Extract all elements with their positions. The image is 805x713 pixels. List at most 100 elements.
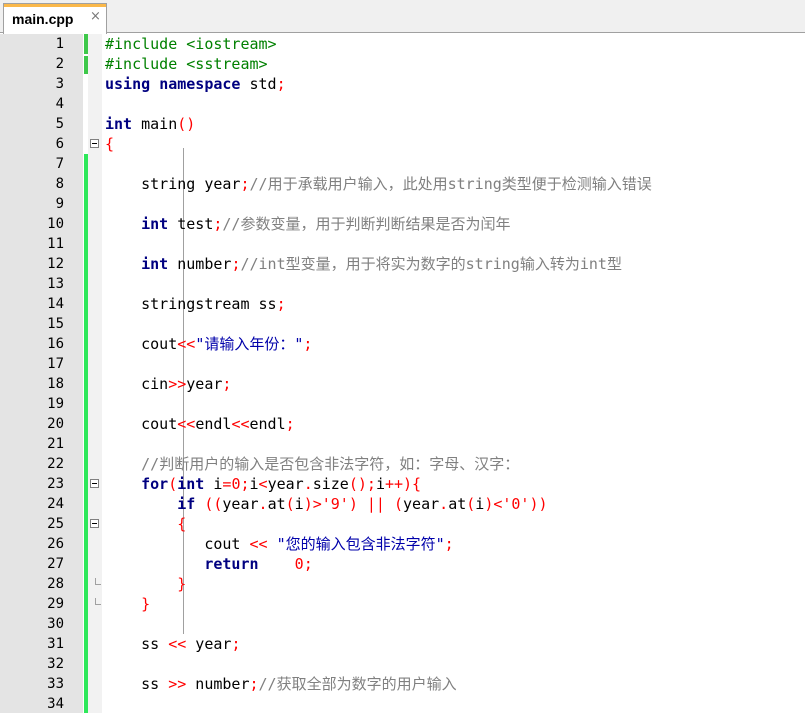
code-line[interactable]: 6{ [0,134,805,154]
code-token: . [258,495,268,513]
code-text: } [105,595,150,613]
code-text: } [105,575,186,593]
tab-label: main.cpp [12,11,74,27]
code-token: cout [105,535,250,553]
code-line[interactable]: 13 [0,274,805,294]
code-token: (( [204,495,223,513]
code-line[interactable]: 19 [0,394,805,414]
code-line[interactable]: 14 stringstream ss; [0,294,805,314]
close-tab-icon[interactable]: × [90,9,101,24]
code-line[interactable]: 33 ss >> number;//获取全部为数字的用户输入 [0,674,805,694]
code-line[interactable]: 32 [0,654,805,674]
fold-toggle-icon[interactable] [90,479,99,488]
code-line[interactable]: 4 [0,94,805,114]
line-number: 26 [47,536,64,552]
code-line[interactable]: 5 int main() [0,114,805,134]
line-number: 20 [47,416,64,432]
code-line[interactable]: 25 { [0,514,805,534]
code-token: cout [105,335,178,353]
code-token: main [132,115,178,133]
code-text: cout << "您的输入包含非法字符"; [105,535,453,553]
code-line[interactable]: 7 [0,154,805,174]
code-line[interactable]: 11 [0,234,805,254]
code-line[interactable]: 20 cout<<endl<<endl; [0,414,805,434]
code-line[interactable]: 9 [0,194,805,214]
code-token: || [366,495,385,513]
line-number: 18 [47,376,64,392]
code-text: int test;//参数变量，用于判断判断结果是否为闰年 [105,215,510,233]
line-number: 7 [55,156,64,172]
line-number: 27 [47,556,64,572]
code-line[interactable]: 26 cout << "您的输入包含非法字符"; [0,534,805,554]
code-text: //判断用户的输入是否包含非法字符，如：字母、汉字： [105,455,519,473]
code-token: . [303,475,313,493]
code-line[interactable]: 8 string year;//用于承载用户输入，此处用string类型便于检测… [0,174,805,194]
code-token: //用于承载用户输入，此处用string类型便于检测输入错误 [249,175,652,193]
code-text: cin>>year; [105,375,231,393]
code-text: if ((year.at(i)>'9') || (year.at(i)<'0')… [105,495,547,513]
line-number: 31 [47,636,64,652]
code-line[interactable]: 17 [0,354,805,374]
code-line[interactable]: 31 ss << year; [0,634,805,654]
fold-toggle-icon[interactable] [90,139,99,148]
code-line[interactable]: 1 #include <iostream> [0,34,805,54]
code-token: << [177,335,196,353]
code-token: using [105,75,151,93]
code-token: << [168,635,187,653]
code-token: size [312,475,349,493]
code-token: '9' [321,495,349,513]
code-line[interactable]: 18 cin>>year; [0,374,805,394]
fold-toggle-icon[interactable] [90,519,99,528]
code-line[interactable]: 12 int number;//int型变量，用于将实为数字的string输入转… [0,254,805,274]
code-token: number [186,675,250,693]
code-token: << [177,415,196,433]
tab-main-cpp[interactable]: main.cpp × [3,3,107,34]
code-token: ; [231,635,241,653]
code-token: endl [249,415,286,433]
code-token: } [141,595,151,613]
line-number: 6 [55,136,64,152]
line-number: 11 [47,236,64,252]
code-line[interactable]: 22 //判断用户的输入是否包含非法字符，如：字母、汉字： [0,454,805,474]
line-number: 33 [47,676,64,692]
tab-bar: main.cpp × [0,0,805,34]
code-token: //判断用户的输入是否包含非法字符，如：字母、汉字： [141,455,520,473]
code-token: std [240,75,277,93]
code-line[interactable]: 28 } [0,574,805,594]
code-token: year [222,495,259,513]
code-line[interactable]: 27 return 0; [0,554,805,574]
line-number: 25 [47,516,64,532]
code-token: #include <sstream> [105,55,268,73]
code-token: i [249,475,259,493]
code-line[interactable]: 34 [0,694,805,713]
code-token: //int型变量，用于将实为数字的string输入转为int型 [240,255,622,273]
code-line[interactable]: 21 [0,434,805,454]
code-text: cout<<"请输入年份："; [105,335,312,353]
code-token: i [375,475,385,493]
code-line[interactable]: 23 for(int i=0;i<year.size();i++){ [0,474,805,494]
code-token: ( [285,495,295,513]
code-token: i [475,495,485,513]
code-text: { [105,515,186,533]
code-token: at [267,495,286,513]
code-line[interactable]: 16 cout<<"请输入年份："; [0,334,805,354]
line-number: 2 [55,56,64,72]
code-line[interactable]: 10 int test;//参数变量，用于判断判断结果是否为闰年 [0,214,805,234]
code-line[interactable]: 3 using namespace std; [0,74,805,94]
code-token: return [204,555,259,573]
code-token: ; [285,415,295,433]
line-number: 12 [47,256,64,272]
code-line[interactable]: 29 } [0,594,805,614]
code-line[interactable]: 30 [0,614,805,634]
line-number: 19 [47,396,64,412]
code-token: namespace [159,75,241,93]
line-number: 13 [47,276,64,292]
line-number: 29 [47,596,64,612]
code-line[interactable]: 2 #include <sstream> [0,54,805,74]
code-line[interactable]: 24 if ((year.at(i)>'9') || (year.at(i)<'… [0,494,805,514]
code-text: int main() [105,115,195,133]
code-editor[interactable]: 1 #include <iostream> 2 #include <sstream> 3… [0,34,805,713]
code-text: #include <sstream> [105,55,268,73]
code-line[interactable]: 15 [0,314,805,334]
